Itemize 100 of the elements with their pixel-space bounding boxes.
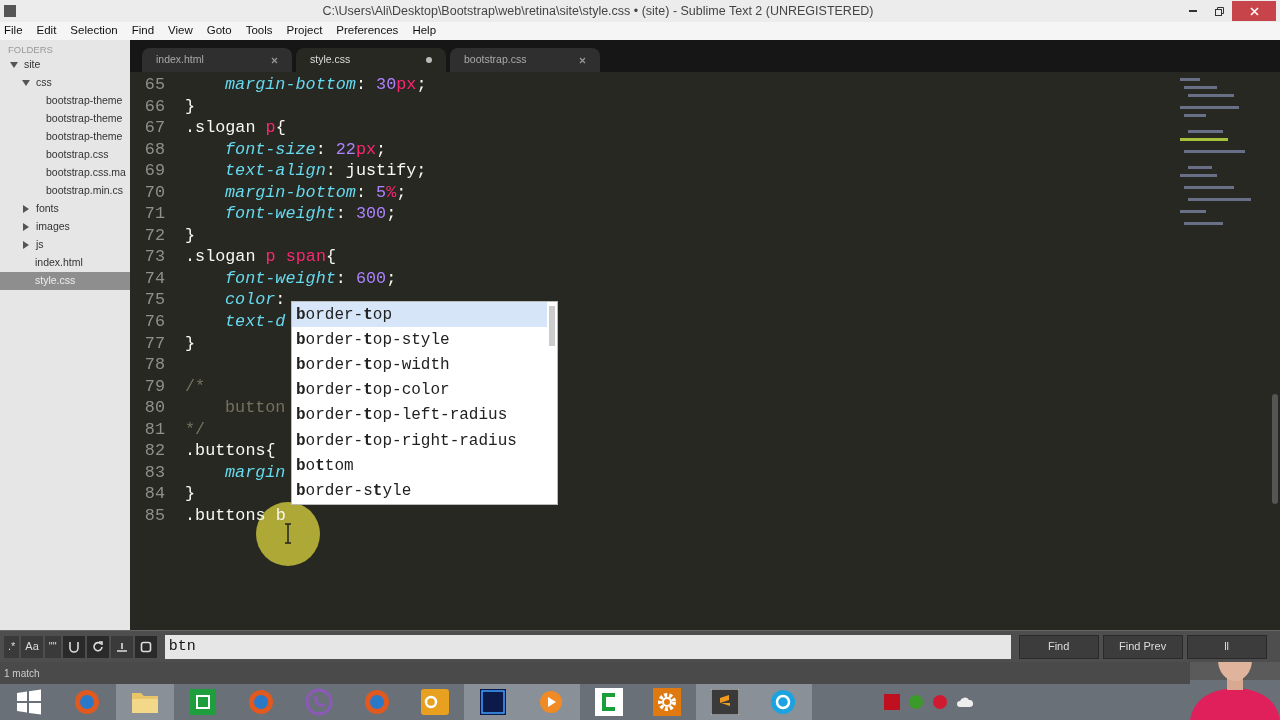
code-line: .buttons b bbox=[185, 505, 286, 525]
tab[interactable]: style.css bbox=[296, 48, 446, 72]
menu-item[interactable]: Goto bbox=[206, 22, 232, 40]
menu-item[interactable]: File bbox=[4, 22, 23, 40]
sidebar-heading: FOLDERS bbox=[7, 43, 54, 56]
menu-item[interactable]: Edit bbox=[36, 22, 57, 40]
sidebar-item[interactable]: js bbox=[0, 236, 130, 254]
find-option-toggle[interactable]: Aa bbox=[21, 635, 43, 658]
line-number: 68 bbox=[144, 138, 165, 161]
find-option-toggle[interactable] bbox=[134, 635, 157, 658]
code-line: /* bbox=[185, 376, 206, 396]
cloud-icon[interactable] bbox=[956, 696, 974, 708]
scrollbar-thumb[interactable] bbox=[1272, 394, 1278, 504]
line-number: 81 bbox=[144, 418, 165, 441]
code-line: button bbox=[225, 398, 286, 418]
wrap-icon bbox=[67, 640, 80, 653]
find-option-toggle[interactable] bbox=[110, 635, 133, 658]
sidebar-item[interactable]: images bbox=[0, 218, 130, 236]
line-number: 73 bbox=[144, 246, 165, 268]
find-button[interactable]: ll bbox=[1186, 634, 1267, 659]
sidebar-item[interactable]: site bbox=[0, 56, 130, 74]
line-number: 82 bbox=[144, 440, 165, 462]
autocomplete-item[interactable]: border-top-width bbox=[292, 352, 547, 378]
code-line: margin-bottom: 5%; bbox=[225, 182, 407, 202]
menu-item[interactable]: Selection bbox=[70, 22, 118, 40]
restore-icon bbox=[1214, 6, 1224, 16]
line-number: 79 bbox=[144, 375, 165, 398]
line-number: 69 bbox=[144, 160, 165, 182]
find-button[interactable]: Find bbox=[1018, 634, 1099, 659]
autocomplete-item[interactable]: border-top-color bbox=[292, 377, 547, 403]
find-option-toggle[interactable]: "" bbox=[44, 635, 61, 658]
autocomplete-item[interactable]: bottom bbox=[292, 453, 547, 479]
sidebar-item[interactable]: bootstrap.css bbox=[0, 146, 130, 164]
close-icon bbox=[1249, 6, 1259, 16]
sidebar-item[interactable]: fonts bbox=[0, 200, 130, 218]
sidebar-item[interactable]: bootstrap.min.cs bbox=[0, 182, 130, 200]
code-line: } bbox=[185, 225, 196, 245]
find-option-toggle[interactable] bbox=[86, 635, 109, 658]
line-number: 83 bbox=[144, 461, 165, 484]
tab[interactable]: index.html bbox=[142, 48, 292, 72]
find-button[interactable]: Find Prev bbox=[1102, 634, 1183, 659]
autocomplete-item[interactable]: border-style bbox=[292, 478, 547, 504]
scrollbar-thumb[interactable] bbox=[549, 306, 555, 346]
tab[interactable]: bootstrap.css bbox=[450, 48, 600, 72]
menu-item[interactable]: View bbox=[168, 22, 193, 40]
menu-item[interactable]: Preferences bbox=[336, 22, 399, 40]
line-number: 80 bbox=[144, 397, 165, 419]
line-number: 66 bbox=[144, 95, 165, 118]
line-number: 65 bbox=[144, 74, 165, 96]
find-option-toggle[interactable] bbox=[62, 635, 85, 658]
line-number: 78 bbox=[144, 354, 165, 376]
menu-item[interactable]: Help bbox=[412, 22, 437, 40]
code-line: } bbox=[185, 333, 196, 353]
code-line: } bbox=[185, 484, 196, 504]
code-line: margin-bottom: 30px; bbox=[225, 75, 427, 94]
code-line: text-d bbox=[225, 312, 286, 331]
line-number: 75 bbox=[144, 289, 165, 311]
highlight-icon bbox=[115, 640, 128, 653]
line-number: 70 bbox=[144, 181, 165, 204]
menu-item[interactable]: Tools bbox=[245, 22, 273, 40]
menu-item[interactable]: Project bbox=[286, 22, 323, 40]
line-number: 72 bbox=[144, 224, 165, 247]
code-line: .buttons{ bbox=[185, 441, 276, 461]
line-number: 77 bbox=[144, 332, 165, 355]
code-line: .slogan p{ bbox=[185, 118, 286, 138]
status-text: 1 match bbox=[4, 666, 40, 681]
code-line: } bbox=[185, 96, 196, 116]
close-icon[interactable] bbox=[579, 56, 586, 64]
find-option-toggle[interactable]: .* bbox=[4, 635, 20, 658]
panel-icon bbox=[139, 640, 152, 653]
sidebar-item[interactable]: bootstrap-theme bbox=[0, 92, 130, 110]
code-line: font-weight: 300; bbox=[225, 204, 397, 224]
code-line: */ bbox=[185, 419, 206, 439]
sidebar-item[interactable]: index.html bbox=[0, 254, 130, 272]
line-number: 67 bbox=[144, 117, 165, 139]
code-line: color: bbox=[225, 290, 286, 310]
code-line: text-align: justify; bbox=[225, 161, 427, 181]
code-line: font-weight: 600; bbox=[225, 268, 397, 288]
line-number: 85 bbox=[144, 504, 165, 527]
minimize-icon bbox=[1189, 10, 1197, 12]
autocomplete-item[interactable]: border-top bbox=[292, 302, 547, 328]
window-title: C:\Users\Ali\Desktop\Bootstrap\web\retina\site\style.css • (site) - Sublime Text 2 (UNREGISTERED) bbox=[321, 2, 875, 20]
sidebar-item[interactable]: css bbox=[0, 74, 130, 92]
autocomplete-item[interactable]: border-top-style bbox=[292, 327, 547, 353]
find-field[interactable]: btn bbox=[164, 634, 1011, 659]
menu-item[interactable]: Find bbox=[131, 22, 155, 40]
reverse-icon bbox=[91, 640, 104, 653]
code-line: .slogan p span{ bbox=[185, 247, 337, 267]
sidebar-item[interactable]: bootstrap-theme bbox=[0, 110, 130, 128]
app-icon bbox=[4, 5, 16, 17]
line-number: 74 bbox=[144, 267, 165, 290]
autocomplete-item[interactable]: border-top-right-radius bbox=[292, 427, 547, 454]
sidebar-item[interactable]: bootstrap.css.ma bbox=[0, 164, 130, 182]
sidebar-item[interactable]: bootstrap-theme bbox=[0, 128, 130, 146]
code-line: margin bbox=[225, 462, 286, 482]
line-number: 84 bbox=[144, 483, 165, 505]
line-number: 76 bbox=[144, 311, 165, 333]
close-icon[interactable] bbox=[271, 56, 278, 64]
line-number: 71 bbox=[144, 203, 165, 225]
autocomplete-item[interactable]: border-top-left-radius bbox=[292, 402, 547, 428]
